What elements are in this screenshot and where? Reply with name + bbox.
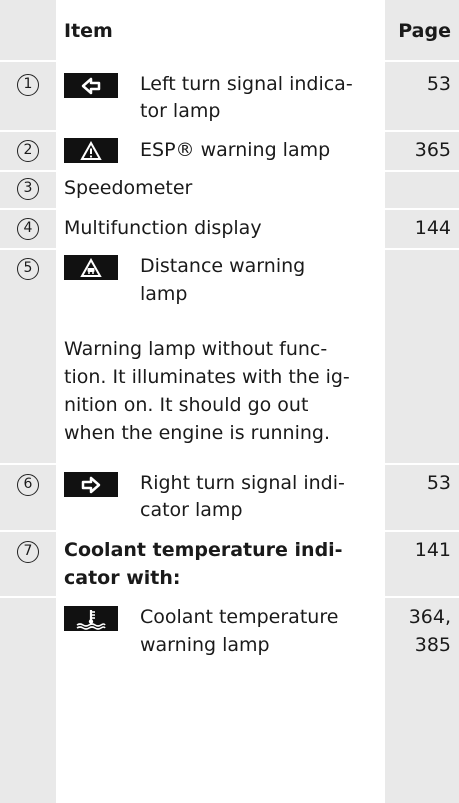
item-label-continued: warning lamp: [140, 634, 270, 656]
page-reference: 365: [414, 139, 451, 161]
item-number: 1: [17, 74, 39, 96]
left-arrow-icon: [64, 73, 118, 98]
item-label: Coolant temperature indi-: [64, 539, 343, 561]
item-label: Left turn signal indica-: [140, 73, 353, 95]
row-divider: [0, 208, 459, 210]
page-reference: 144: [414, 217, 451, 239]
page-reference: 364,: [408, 606, 451, 628]
item-number: 5: [17, 258, 39, 280]
item-label-continued: tor lamp: [140, 100, 221, 122]
row-divider: [0, 130, 459, 132]
item-number: 2: [17, 140, 39, 162]
item-number: 4: [17, 218, 39, 240]
row-divider: [0, 596, 459, 598]
page-reference: 53: [426, 472, 451, 494]
item-column-header: Item: [64, 20, 113, 42]
item-number: 6: [17, 474, 39, 496]
right-column-background: [385, 0, 459, 803]
row-divider: [0, 463, 459, 465]
item-label: Multifunction display: [64, 217, 262, 239]
item-number: 7: [17, 541, 39, 563]
item-label-continued: cator lamp: [140, 499, 243, 521]
item-label: Speedometer: [64, 177, 193, 199]
page-reference: 53: [426, 73, 451, 95]
item-label: Right turn signal indi-: [140, 472, 345, 494]
item-number: 3: [17, 178, 39, 200]
row-divider: [0, 248, 459, 250]
row-divider: [0, 530, 459, 532]
row-divider: [0, 60, 459, 62]
item-label: ESP® warning lamp: [140, 139, 331, 161]
row-divider: [0, 170, 459, 172]
warning-triangle-icon: [64, 138, 118, 163]
item-label: Distance warning: [140, 255, 306, 277]
distance-warning-icon: [64, 255, 118, 280]
right-arrow-icon: [64, 472, 118, 497]
item-label: Coolant temperature: [140, 606, 339, 628]
page-reference: 141: [414, 539, 451, 561]
coolant-temperature-icon: [64, 606, 118, 631]
item-label-continued: lamp: [140, 283, 188, 305]
table-header: Item Page: [0, 0, 459, 60]
item-label-continued: cator with:: [64, 567, 181, 589]
left-column-background: [0, 0, 56, 803]
page-reference-continued: 385: [414, 634, 451, 656]
page-column-header: Page: [398, 20, 451, 42]
